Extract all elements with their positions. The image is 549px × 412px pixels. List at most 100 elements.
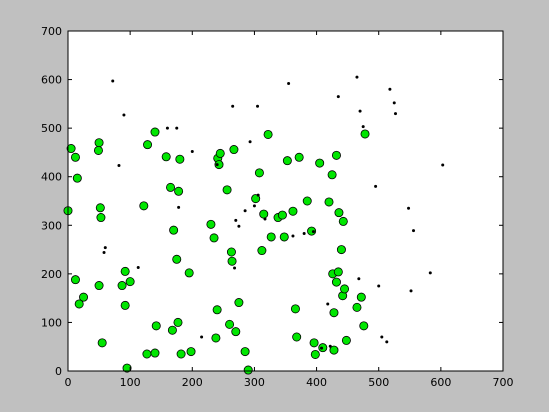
green-scatter-point	[327, 170, 337, 180]
green-scatter-point	[70, 152, 80, 162]
black-scatter-point	[302, 232, 306, 236]
green-scatter-point	[150, 348, 160, 358]
green-scatter-point	[359, 321, 369, 331]
black-scatter-point	[377, 284, 381, 288]
figure-window: 0 100 200 300 400 500 600 700 0 100 200 300 400 500 60…	[0, 0, 549, 412]
green-scatter-point	[167, 325, 177, 335]
y-tick-label: 200	[41, 268, 62, 281]
green-scatter-point	[340, 284, 350, 294]
black-scatter-point	[311, 230, 315, 234]
green-scatter-point	[341, 335, 351, 345]
green-scatter-point	[72, 173, 82, 183]
black-scatter-point	[358, 109, 362, 113]
black-scatter-point	[428, 271, 432, 275]
green-scatter-point	[254, 168, 264, 178]
black-scatter-point	[320, 346, 324, 350]
black-scatter-point	[102, 250, 106, 254]
black-scatter-point	[136, 266, 140, 270]
black-scatter-point	[237, 224, 241, 228]
black-scatter-point	[357, 277, 361, 281]
green-scatter-point	[96, 213, 106, 223]
black-scatter-point	[111, 79, 115, 83]
y-tick-label: 500	[41, 122, 62, 135]
black-scatter-point	[243, 209, 247, 213]
black-scatter-point	[388, 87, 392, 91]
black-scatter-point	[233, 266, 237, 270]
green-scatter-point	[227, 256, 237, 266]
green-scatter-point	[266, 232, 276, 242]
black-scatter-point	[385, 340, 389, 344]
black-scatter-point	[175, 126, 179, 130]
green-scatter-point	[150, 127, 160, 137]
black-scatter-point	[380, 335, 384, 339]
scatter-chart: 0 100 200 300 400 500 600 700 0 100 200 300 400 500 60…	[0, 0, 549, 412]
green-scatter-point	[292, 332, 302, 342]
black-scatter-point	[412, 229, 416, 233]
green-scatter-point	[161, 152, 171, 162]
black-scatter-point	[374, 184, 378, 188]
green-scatter-point	[74, 299, 84, 309]
green-scatter-point	[352, 302, 362, 312]
black-scatter-point	[248, 140, 252, 144]
black-scatter-point	[328, 344, 332, 348]
green-scatter-point	[333, 267, 343, 277]
green-scatter-point	[309, 338, 319, 348]
black-scatter-point	[263, 217, 267, 221]
green-scatter-point	[209, 233, 219, 243]
green-scatter-point	[279, 232, 289, 242]
black-scatter-point	[392, 101, 396, 105]
x-tick-label: 0	[65, 376, 72, 389]
green-scatter-point	[97, 338, 107, 348]
y-tick-label: 700	[41, 25, 62, 38]
y-tick-label: 400	[41, 171, 62, 184]
y-tick-label: 300	[41, 219, 62, 232]
black-scatter-point	[177, 205, 181, 209]
black-scatter-point	[409, 289, 413, 293]
green-scatter-point	[229, 145, 239, 155]
green-scatter-point	[125, 277, 135, 287]
green-scatter-point	[240, 347, 250, 357]
black-scatter-point	[215, 163, 219, 167]
black-scatter-point	[190, 149, 194, 153]
x-tick-label: 400	[306, 376, 327, 389]
green-scatter-point	[331, 277, 341, 287]
green-scatter-point	[356, 292, 366, 302]
green-scatter-point	[142, 349, 152, 359]
green-scatter-point	[257, 246, 267, 256]
black-scatter-point	[393, 112, 397, 116]
green-scatter-point	[212, 305, 222, 315]
green-scatter-point	[206, 219, 216, 229]
green-scatter-point	[94, 138, 104, 148]
green-scatter-point	[175, 154, 185, 164]
green-scatter-point	[294, 152, 304, 162]
green-scatter-point	[331, 150, 341, 160]
green-scatter-point	[282, 156, 292, 166]
green-scatter-point	[259, 209, 269, 219]
green-scatter-point	[290, 304, 300, 314]
green-scatter-point	[334, 208, 344, 218]
black-scatter-point	[291, 234, 295, 238]
black-scatter-point	[165, 126, 169, 130]
green-scatter-point	[263, 129, 273, 139]
green-scatter-point	[117, 281, 127, 291]
y-tick-label: 0	[55, 365, 62, 378]
black-scatter-point	[252, 204, 256, 208]
black-scatter-point	[326, 302, 330, 306]
black-scatter-point	[407, 206, 411, 210]
x-tick-label: 200	[182, 376, 203, 389]
green-scatter-point	[243, 365, 253, 375]
green-scatter-point	[277, 210, 287, 220]
green-scatter-point	[186, 347, 196, 357]
black-scatter-point	[361, 125, 365, 129]
x-tick-label: 600	[430, 376, 451, 389]
black-scatter-point	[256, 193, 260, 197]
green-scatter-point	[94, 281, 104, 291]
green-scatter-point	[93, 145, 103, 155]
green-scatter-point	[176, 349, 186, 359]
green-scatter-point	[174, 186, 184, 196]
x-tick-label: 700	[493, 376, 514, 389]
green-scatter-point	[172, 254, 182, 264]
x-tick-label: 300	[244, 376, 265, 389]
green-scatter-point	[70, 275, 80, 285]
green-scatter-point	[211, 333, 221, 343]
